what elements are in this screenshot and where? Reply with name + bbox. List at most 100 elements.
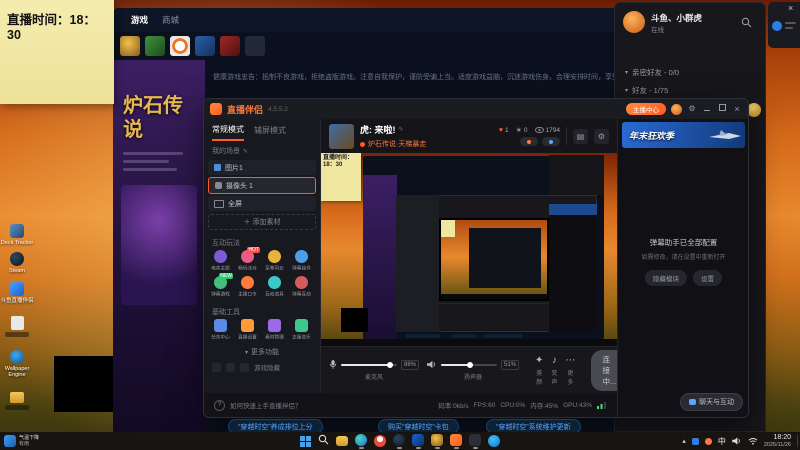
wifi-icon[interactable] bbox=[748, 437, 758, 445]
clock-time: 18:20 bbox=[773, 433, 791, 441]
close-icon[interactable]: × bbox=[732, 104, 742, 114]
rewards-emblem-icon[interactable] bbox=[747, 103, 761, 117]
taskbar-app-browser[interactable] bbox=[374, 435, 386, 447]
desktop-icon-unknown-1[interactable] bbox=[0, 316, 34, 337]
voice-change-button[interactable]: ♪ 变声 bbox=[551, 355, 557, 386]
user-avatar[interactable] bbox=[623, 11, 645, 33]
maximize-icon[interactable] bbox=[717, 104, 727, 114]
desktop-icon-deck-tracker[interactable]: Deck Tracker bbox=[0, 224, 34, 246]
widget-app-icon[interactable] bbox=[772, 21, 782, 31]
room-tag-pill[interactable] bbox=[542, 137, 560, 146]
volume-icon[interactable] bbox=[732, 437, 742, 445]
friend-group-row[interactable]: ▾ 亲密好友 - 0/0 bbox=[625, 67, 679, 78]
settings-gear-icon[interactable]: ⚙ bbox=[687, 104, 697, 114]
desktop-icon-steam[interactable]: Steam bbox=[0, 252, 34, 274]
speaker-slider-thumb[interactable] bbox=[466, 361, 473, 368]
help-link[interactable]: 如何快速上手直播伴侣？ bbox=[230, 400, 302, 410]
room-cover-thumbnail[interactable] bbox=[329, 123, 354, 149]
tool-item[interactable]: 正版音乐 bbox=[288, 319, 315, 341]
show-desktop-sliver[interactable] bbox=[797, 435, 798, 447]
tab-normal-mode[interactable]: 常规模式 bbox=[212, 120, 244, 141]
interact-label: 畅玩派对 bbox=[238, 266, 257, 272]
taskbar-app-hearthstone[interactable] bbox=[431, 433, 443, 449]
beauty-button[interactable]: ✦ 美颜 bbox=[535, 355, 543, 386]
taskbar-app-qq[interactable] bbox=[488, 435, 500, 447]
taskbar-search-button[interactable] bbox=[318, 432, 329, 450]
interact-item[interactable]: 主播口令 bbox=[234, 276, 261, 298]
taskbar-app-steam[interactable] bbox=[393, 433, 405, 449]
quick-tool-icon[interactable] bbox=[240, 362, 249, 372]
desktop-icon-unknown-2[interactable] bbox=[0, 392, 34, 410]
tray-chevron-up-icon[interactable]: ▴ bbox=[682, 437, 686, 445]
mini2-windows bbox=[469, 228, 541, 288]
search-icon[interactable] bbox=[741, 15, 752, 33]
overwatch-game-icon[interactable] bbox=[170, 36, 190, 56]
quick-tool-icon[interactable] bbox=[226, 362, 235, 372]
taskbar-app-douyu[interactable] bbox=[450, 433, 462, 449]
mobile-stream-button[interactable]: ▤ bbox=[573, 128, 588, 144]
panel-settings-button[interactable]: 设置 bbox=[693, 270, 722, 286]
interact-item[interactable]: 电音主题 bbox=[207, 250, 234, 272]
taskbar-clock[interactable]: 18:20 2025/11/26 bbox=[764, 434, 791, 449]
desktop-icon-douyu-companion[interactable]: 斗鱼直播伴侣 bbox=[0, 282, 34, 304]
taskbar-center-icons bbox=[300, 432, 500, 450]
edit-pencil-icon[interactable]: ✎ bbox=[399, 126, 404, 133]
room-tag-pill[interactable] bbox=[520, 137, 538, 146]
launcher-tab-shop[interactable]: 商城 bbox=[162, 14, 179, 26]
mic-slider-thumb[interactable] bbox=[387, 361, 394, 368]
warcraft-game-icon[interactable] bbox=[195, 36, 215, 56]
desktop-icon-wallpaper-engine[interactable]: Wallpaper Engine bbox=[0, 350, 34, 378]
room-category[interactable]: 炉石传说·天梯暴走 bbox=[368, 139, 426, 149]
friend-group-row[interactable]: ▾ 好友 - 1/75 bbox=[625, 85, 668, 96]
interact-item[interactable]: 互动道具 bbox=[261, 276, 288, 298]
tool-item[interactable]: 任务中心 bbox=[207, 319, 234, 341]
douyu-logo-icon bbox=[210, 103, 222, 115]
taskbar-app-companion[interactable] bbox=[469, 433, 481, 449]
diablo-game-icon[interactable] bbox=[220, 36, 240, 56]
start-button[interactable] bbox=[300, 435, 311, 447]
anchor-center-button[interactable]: 主播中心 bbox=[626, 103, 666, 115]
ime-indicator[interactable]: 中 bbox=[718, 436, 726, 447]
interact-item[interactable]: NEW 弹幕游戏 bbox=[207, 273, 234, 298]
scene-item-camera1[interactable]: 摄像头 1 bbox=[208, 177, 316, 194]
interact-item[interactable]: HOT 畅玩派对 bbox=[234, 247, 261, 272]
taskbar-app-explorer[interactable] bbox=[336, 436, 348, 446]
hide-modules-button[interactable]: 隐藏模块 bbox=[645, 270, 687, 286]
interact-item[interactable]: 弹幕互动 bbox=[288, 276, 315, 298]
speaker-slider[interactable] bbox=[441, 361, 498, 368]
scene-item-fullscreen[interactable]: 全屏 bbox=[208, 196, 316, 211]
desktop-icon-label-blurred bbox=[5, 405, 29, 410]
quick-tool-icon[interactable] bbox=[212, 362, 221, 372]
tool-item[interactable]: 直播设置 bbox=[234, 319, 261, 341]
tray-app-icon[interactable] bbox=[704, 437, 712, 445]
minimize-icon[interactable] bbox=[702, 104, 712, 114]
wow-game-icon[interactable] bbox=[145, 36, 165, 56]
mic-slider[interactable] bbox=[341, 361, 397, 368]
more-games-icon[interactable] bbox=[245, 36, 265, 56]
hide-game-link[interactable]: 游戏隐藏 bbox=[254, 362, 280, 372]
chat-interaction-button[interactable]: 聊天与互动 bbox=[680, 393, 743, 411]
friend-group-label: 亲密好友 - 0/0 bbox=[632, 68, 680, 77]
tool-item[interactable]: 素材管理 bbox=[261, 319, 288, 341]
interact-item[interactable]: 至尊风云 bbox=[261, 250, 288, 272]
tab-secondary-mode[interactable]: 辅屏模式 bbox=[254, 125, 286, 136]
taskbar-weather-widget[interactable]: 气温下降 有雨 bbox=[4, 435, 39, 447]
add-material-button[interactable]: ＋ 添加素材 bbox=[208, 214, 316, 230]
edit-pencil-icon[interactable]: ✎ bbox=[243, 148, 248, 155]
tray-app-icon[interactable] bbox=[691, 437, 699, 445]
interact-item[interactable]: 弹幕挂件 bbox=[288, 250, 315, 272]
sticky-note[interactable]: 直播时间：18：30 bbox=[0, 0, 114, 104]
launcher-tab-games[interactable]: 游戏 bbox=[131, 14, 148, 26]
event-banner[interactable]: 年末狂欢季 bbox=[622, 122, 745, 148]
scene-item-image1[interactable]: 图片1 bbox=[208, 160, 316, 175]
taskbar-app-edge[interactable] bbox=[355, 433, 367, 449]
taskbar-tray: ▴ 中 18:20 2025/11/26 bbox=[682, 432, 798, 450]
more-functions-toggle[interactable]: ▾ 更多功能 bbox=[204, 345, 320, 359]
streamer-avatar[interactable] bbox=[671, 103, 682, 115]
stream-preview[interactable]: 直播时间：18：30 bbox=[321, 153, 617, 346]
stream-tools-button[interactable]: ⚙ bbox=[594, 128, 609, 144]
taskbar-app-battlenet[interactable] bbox=[412, 433, 424, 449]
more-tools-button[interactable]: ⋯ 更多 bbox=[565, 355, 575, 386]
close-icon[interactable]: × bbox=[788, 3, 793, 13]
hearthstone-game-icon[interactable] bbox=[120, 36, 140, 56]
